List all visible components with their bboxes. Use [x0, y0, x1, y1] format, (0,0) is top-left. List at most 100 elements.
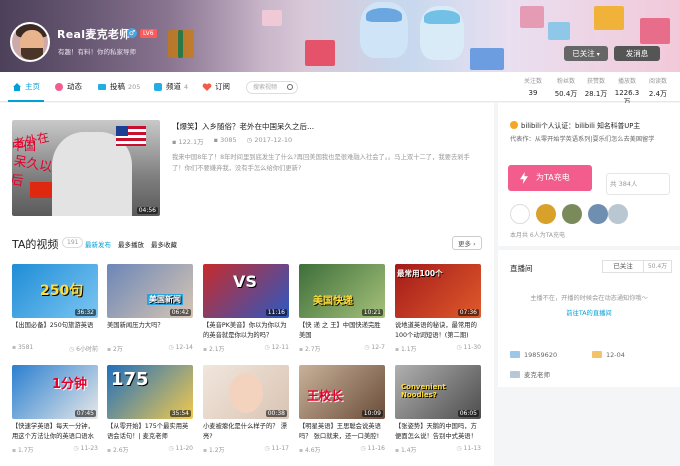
tab-uploads-count: 205 — [128, 83, 141, 91]
video-title[interactable]: 说地道英语的秘诀，最常用的100个动词短语！(第二期) — [395, 321, 481, 343]
thumb-caption: 呆久以后 — [12, 153, 54, 190]
video-card[interactable]: VS 11:16 【英音PK美音】你以为你以为的英音就是你以为的吗？ 2.1万 1… — [203, 264, 289, 364]
video-card[interactable]: 最常用100个 07:36 说地道英语的秘诀，最常用的100个动词短语！(第二期… — [395, 264, 481, 364]
video-thumbnail[interactable]: 175 35:54 — [107, 365, 193, 419]
gift-box — [262, 10, 282, 26]
video-title[interactable]: 【从零开始】175个最实用英语会话句！| 麦克老师 — [107, 422, 193, 444]
video-title[interactable]: 美国新闻压力大吗？ — [107, 321, 193, 343]
video-duration: 10:09 — [361, 410, 383, 417]
video-card[interactable]: 王校长 10:09 【明星英语】王思聪会说英语吗？ 张口就来，还一口美腔! 4.… — [299, 365, 385, 465]
video-title[interactable]: 【张姿势】天鹅的中国吗，方便面怎么说！告别中式英语！ — [395, 422, 481, 444]
featured-video-title[interactable]: 【爆笑】入乡随俗？老外在中国呆久之后... — [172, 121, 314, 132]
search-icon[interactable] — [287, 84, 293, 90]
uid-row: 19859620 — [510, 351, 557, 359]
go-to-live-room-link[interactable]: 前往TA的直播间 — [498, 308, 680, 317]
charge-button[interactable]: 为TA充电 — [508, 165, 592, 191]
video-meta: 2.1万 12-11 — [203, 344, 289, 353]
video-card[interactable]: 1分钟 07:45 【快速学英语】每天一分钟，用这个方法让你的英语口语水 1.7… — [12, 365, 98, 465]
fan-avatar[interactable] — [588, 204, 608, 224]
dynamic-icon — [55, 83, 63, 91]
publish-time: 11-30 — [456, 344, 481, 353]
video-title[interactable]: 小麦被瘪化是什么样子的？ 漂亮? — [203, 422, 289, 444]
video-title[interactable]: 【英音PK美音】你以为你以为的英音就是你以为的吗？ — [203, 321, 289, 343]
video-meta: 3581 6小时前 — [12, 344, 98, 353]
thumb-caption: 王校长 — [307, 389, 344, 403]
video-title[interactable]: 【出国必备】250句旅游英语 — [12, 321, 98, 343]
stat-followers[interactable]: 粉丝数 50.4万 — [551, 76, 581, 99]
tab-subscriptions[interactable]: 订阅 — [202, 72, 230, 102]
tab-channels[interactable]: 频道 4 — [153, 72, 188, 102]
sort-latest[interactable]: 最新发布 — [85, 239, 111, 249]
thumb-caption: 美国快递 — [313, 296, 353, 307]
fan-avatar[interactable] — [510, 204, 530, 224]
more-button[interactable]: 更多 › — [452, 236, 482, 250]
stat-label: 阅读数 — [648, 78, 667, 85]
video-thumbnail[interactable]: VS 11:16 — [203, 264, 289, 318]
video-card[interactable]: Convenient Noodles? 06:05 【张姿势】天鹅的中国吗，方便… — [395, 365, 481, 465]
uid-icon — [510, 351, 520, 358]
tag-value[interactable]: 麦克老师 — [524, 371, 550, 379]
tab-uploads[interactable]: 投稿 205 — [97, 72, 140, 102]
follow-button[interactable]: 已关注 ▾ — [564, 46, 608, 61]
fan-avatar[interactable] — [536, 204, 556, 224]
video-thumbnail[interactable]: 美国新闻 06:42 — [107, 264, 193, 318]
video-meta: 1.4万 11-13 — [395, 445, 481, 454]
video-thumbnail[interactable]: 250句 36:32 — [12, 264, 98, 318]
video-thumbnail[interactable]: 王校长 10:09 — [299, 365, 385, 419]
video-card[interactable]: 美国快递 10:21 【快 递 之 王】中国快递完胜美国 2.7万 12-7 — [299, 264, 385, 364]
avatar[interactable] — [10, 22, 50, 62]
video-duration: 00:38 — [265, 410, 287, 417]
thumb-caption: Convenient Noodles? — [401, 383, 446, 399]
publish-time: 12-11 — [264, 344, 289, 353]
stat-following[interactable]: 关注数 39 — [518, 76, 548, 97]
thumb-caption: 175 — [111, 369, 149, 390]
send-message-button[interactable]: 发消息 — [614, 46, 660, 61]
video-title[interactable]: 【快 递 之 王】中国快递完胜美国 — [299, 321, 385, 343]
stat-value: 2.4万 — [648, 90, 668, 98]
tag-icon — [510, 371, 520, 378]
tab-dynamic[interactable]: 动态 — [54, 72, 82, 102]
video-title[interactable]: 【明星英语】王思聪会说英语吗？ 张口就来，还一口美腔! — [299, 422, 385, 444]
video-thumbnail[interactable]: Convenient Noodles? 06:05 — [395, 365, 481, 419]
tab-channels-count: 4 — [184, 83, 189, 91]
play-count-value: 122.1万 — [178, 138, 204, 146]
banner-character-hair — [424, 10, 460, 24]
home-icon — [13, 83, 21, 91]
sidebar: bilibili个人认证：bilibili 知名科普UP主 代表作：从零开始学英… — [498, 103, 680, 466]
video-thumbnail[interactable]: 美国快递 10:21 — [299, 264, 385, 318]
publish-time: 12-14 — [168, 344, 193, 353]
signature-text[interactable]: 有趣！有料！你的私家导师 — [58, 46, 136, 56]
charge-button-label: 为TA充电 — [536, 173, 570, 182]
fan-avatar[interactable] — [562, 204, 582, 224]
tab-home[interactable]: 主页 — [8, 72, 44, 102]
stat-reads: 阅读数 2.4万 — [643, 76, 673, 99]
featured-video-thumbnail[interactable]: 老外在 中国 呆久以后 04:56 — [12, 120, 160, 216]
follow-button-label: 已关注 — [572, 49, 595, 58]
featured-video-description: 我来中国8年了！8年时间里到底发生了什么?再回美国我也是很难融入社会了。。马上双… — [172, 154, 470, 172]
sort-most-favorited[interactable]: 最多收藏 — [151, 239, 177, 249]
video-duration: 04:56 — [136, 207, 158, 214]
video-thumbnail[interactable]: 最常用100个 07:36 — [395, 264, 481, 318]
video-thumbnail[interactable]: 00:38 — [203, 365, 289, 419]
search-input[interactable]: 搜索视频 — [246, 81, 298, 94]
video-card[interactable]: 美国新闻 06:42 美国新闻压力大吗？ 2万 12-14 — [107, 264, 193, 364]
video-card[interactable]: 250句 36:32 【出国必备】250句旅游英语 3581 6小时前 — [12, 264, 98, 364]
fan-avatar[interactable] — [608, 204, 628, 224]
video-thumbnail[interactable]: 1分钟 07:45 — [12, 365, 98, 419]
representative-works: 代表作：从零开始学英语系列|耍乐们怎么去美国留学 — [510, 136, 655, 143]
video-duration: 07:45 — [74, 410, 96, 417]
stat-label: 播放数 — [617, 78, 636, 85]
live-follow-button[interactable]: 已关注 — [602, 260, 644, 273]
birthday-value: 12-04 — [606, 351, 625, 359]
video-card[interactable]: 175 35:54 【从零开始】175个最实用英语会话句！| 麦克老师 2.6万… — [107, 365, 193, 465]
sort-most-played[interactable]: 最多播放 — [118, 239, 144, 249]
video-card[interactable]: 00:38 小麦被瘪化是什么样子的？ 漂亮? 1.2万 11-17 — [203, 365, 289, 465]
video-duration: 06:42 — [169, 309, 191, 316]
verification-text: bilibili个人认证：bilibili 知名科普UP主 — [521, 122, 641, 130]
gift-box — [548, 22, 570, 40]
stat-label: 粉丝数 — [556, 78, 575, 85]
video-duration: 10:21 — [361, 309, 383, 316]
video-title[interactable]: 【快速学英语】每天一分钟，用这个方法让你的英语口语水 — [12, 422, 98, 444]
video-duration: 06:05 — [457, 410, 479, 417]
play-count: 2.6万 — [107, 445, 129, 454]
